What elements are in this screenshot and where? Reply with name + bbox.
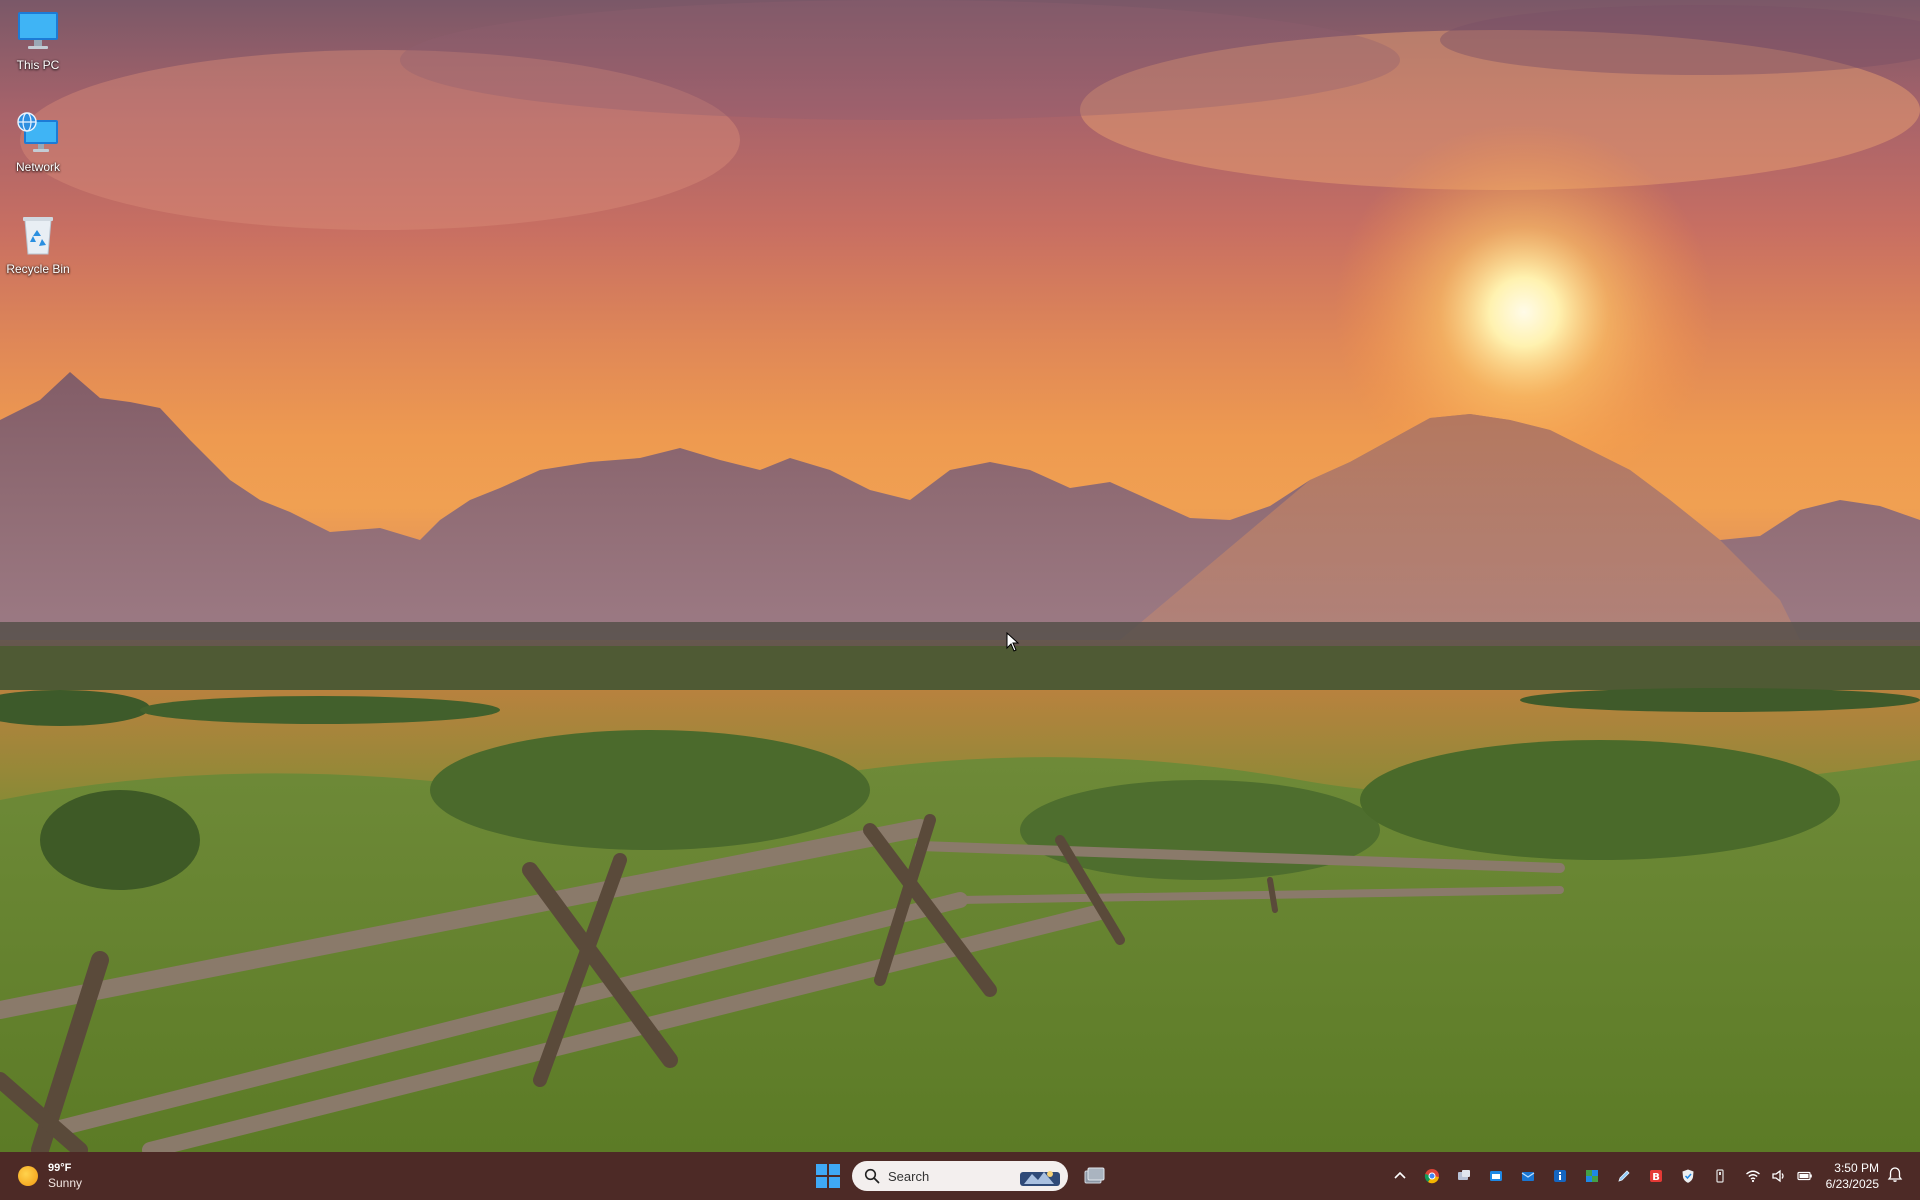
quick-settings-button[interactable] bbox=[1740, 1152, 1818, 1200]
speaker-icon bbox=[1772, 1169, 1784, 1183]
weather-widget[interactable]: 99°F Sunny bbox=[18, 1160, 82, 1192]
teams-icon bbox=[1458, 1170, 1470, 1180]
taskbar: 99°F Sunny Search B 3:50 PM 6/23/2025 bbox=[0, 1152, 1920, 1200]
battery-icon bbox=[1797, 1171, 1812, 1181]
desktop-icon-label: Recycle Bin bbox=[6, 262, 70, 276]
desktop-icon-recycle-bin[interactable]: Recycle Bin bbox=[0, 212, 76, 276]
info-icon bbox=[1554, 1170, 1566, 1182]
taskbar-clock[interactable]: 3:50 PM 6/23/2025 bbox=[1815, 1160, 1879, 1192]
desktop-icon-network[interactable]: Network bbox=[0, 110, 76, 174]
notification-bell-icon[interactable] bbox=[1886, 1166, 1904, 1184]
windows-logo-icon bbox=[816, 1164, 827, 1175]
sun-icon bbox=[18, 1166, 38, 1186]
tray-battery bbox=[1794, 1165, 1816, 1187]
task-view-button[interactable] bbox=[1082, 1164, 1106, 1188]
tray-usb[interactable] bbox=[1708, 1164, 1732, 1188]
taskbar-search-box[interactable]: Search bbox=[852, 1161, 1068, 1191]
pen-icon bbox=[1618, 1170, 1630, 1182]
show-hidden-icons-button[interactable] bbox=[1388, 1164, 1412, 1188]
b-app-icon: B bbox=[1650, 1170, 1662, 1183]
search-icon bbox=[864, 1168, 880, 1184]
tray-grid-app[interactable] bbox=[1580, 1164, 1604, 1188]
tray-info[interactable] bbox=[1548, 1164, 1572, 1188]
search-highlight-icon bbox=[1020, 1171, 1060, 1186]
tray-wifi bbox=[1742, 1165, 1764, 1187]
tray-teams[interactable] bbox=[1452, 1164, 1476, 1188]
wallpaper-scene bbox=[0, 0, 1920, 1152]
search-placeholder: Search bbox=[888, 1168, 930, 1184]
weather-condition: Sunny bbox=[48, 1176, 83, 1190]
weather-temperature: 99°F bbox=[48, 1162, 72, 1174]
wifi-icon bbox=[1746, 1170, 1760, 1183]
mail-icon bbox=[1521, 1172, 1535, 1181]
desktop-wallpaper bbox=[0, 0, 1920, 1152]
store-icon bbox=[1490, 1171, 1502, 1181]
tray-chrome[interactable] bbox=[1420, 1164, 1444, 1188]
tray-b-app[interactable]: B bbox=[1644, 1164, 1668, 1188]
usb-icon bbox=[1716, 1169, 1724, 1183]
clock-date: 6/23/2025 bbox=[1825, 1177, 1879, 1191]
tray-store[interactable] bbox=[1484, 1164, 1508, 1188]
weather-text: 99°F Sunny bbox=[48, 1161, 82, 1191]
svg-text:B: B bbox=[1652, 1172, 1660, 1183]
mouse-cursor-icon bbox=[1006, 632, 1020, 652]
clock-time: 3:50 PM bbox=[1834, 1161, 1879, 1175]
tray-pen[interactable] bbox=[1612, 1164, 1636, 1188]
recycle-bin-icon bbox=[23, 217, 53, 255]
desktop-icon-this-pc[interactable]: This PC bbox=[0, 8, 76, 72]
start-button[interactable] bbox=[812, 1160, 844, 1192]
chevron-up-icon bbox=[1394, 1171, 1406, 1179]
grid-app-icon bbox=[1586, 1170, 1598, 1182]
system-tray: B bbox=[1384, 1152, 1736, 1200]
chrome-icon bbox=[1424, 1169, 1439, 1184]
monitor-icon bbox=[18, 12, 58, 49]
network-globe-icon bbox=[17, 112, 58, 152]
desktop-icon-label: Network bbox=[15, 160, 60, 174]
tray-mail[interactable] bbox=[1516, 1164, 1540, 1188]
shield-icon bbox=[1682, 1169, 1694, 1183]
desktop-icon-label: This PC bbox=[16, 58, 60, 72]
tray-volume bbox=[1768, 1165, 1790, 1187]
tray-security[interactable] bbox=[1676, 1164, 1700, 1188]
